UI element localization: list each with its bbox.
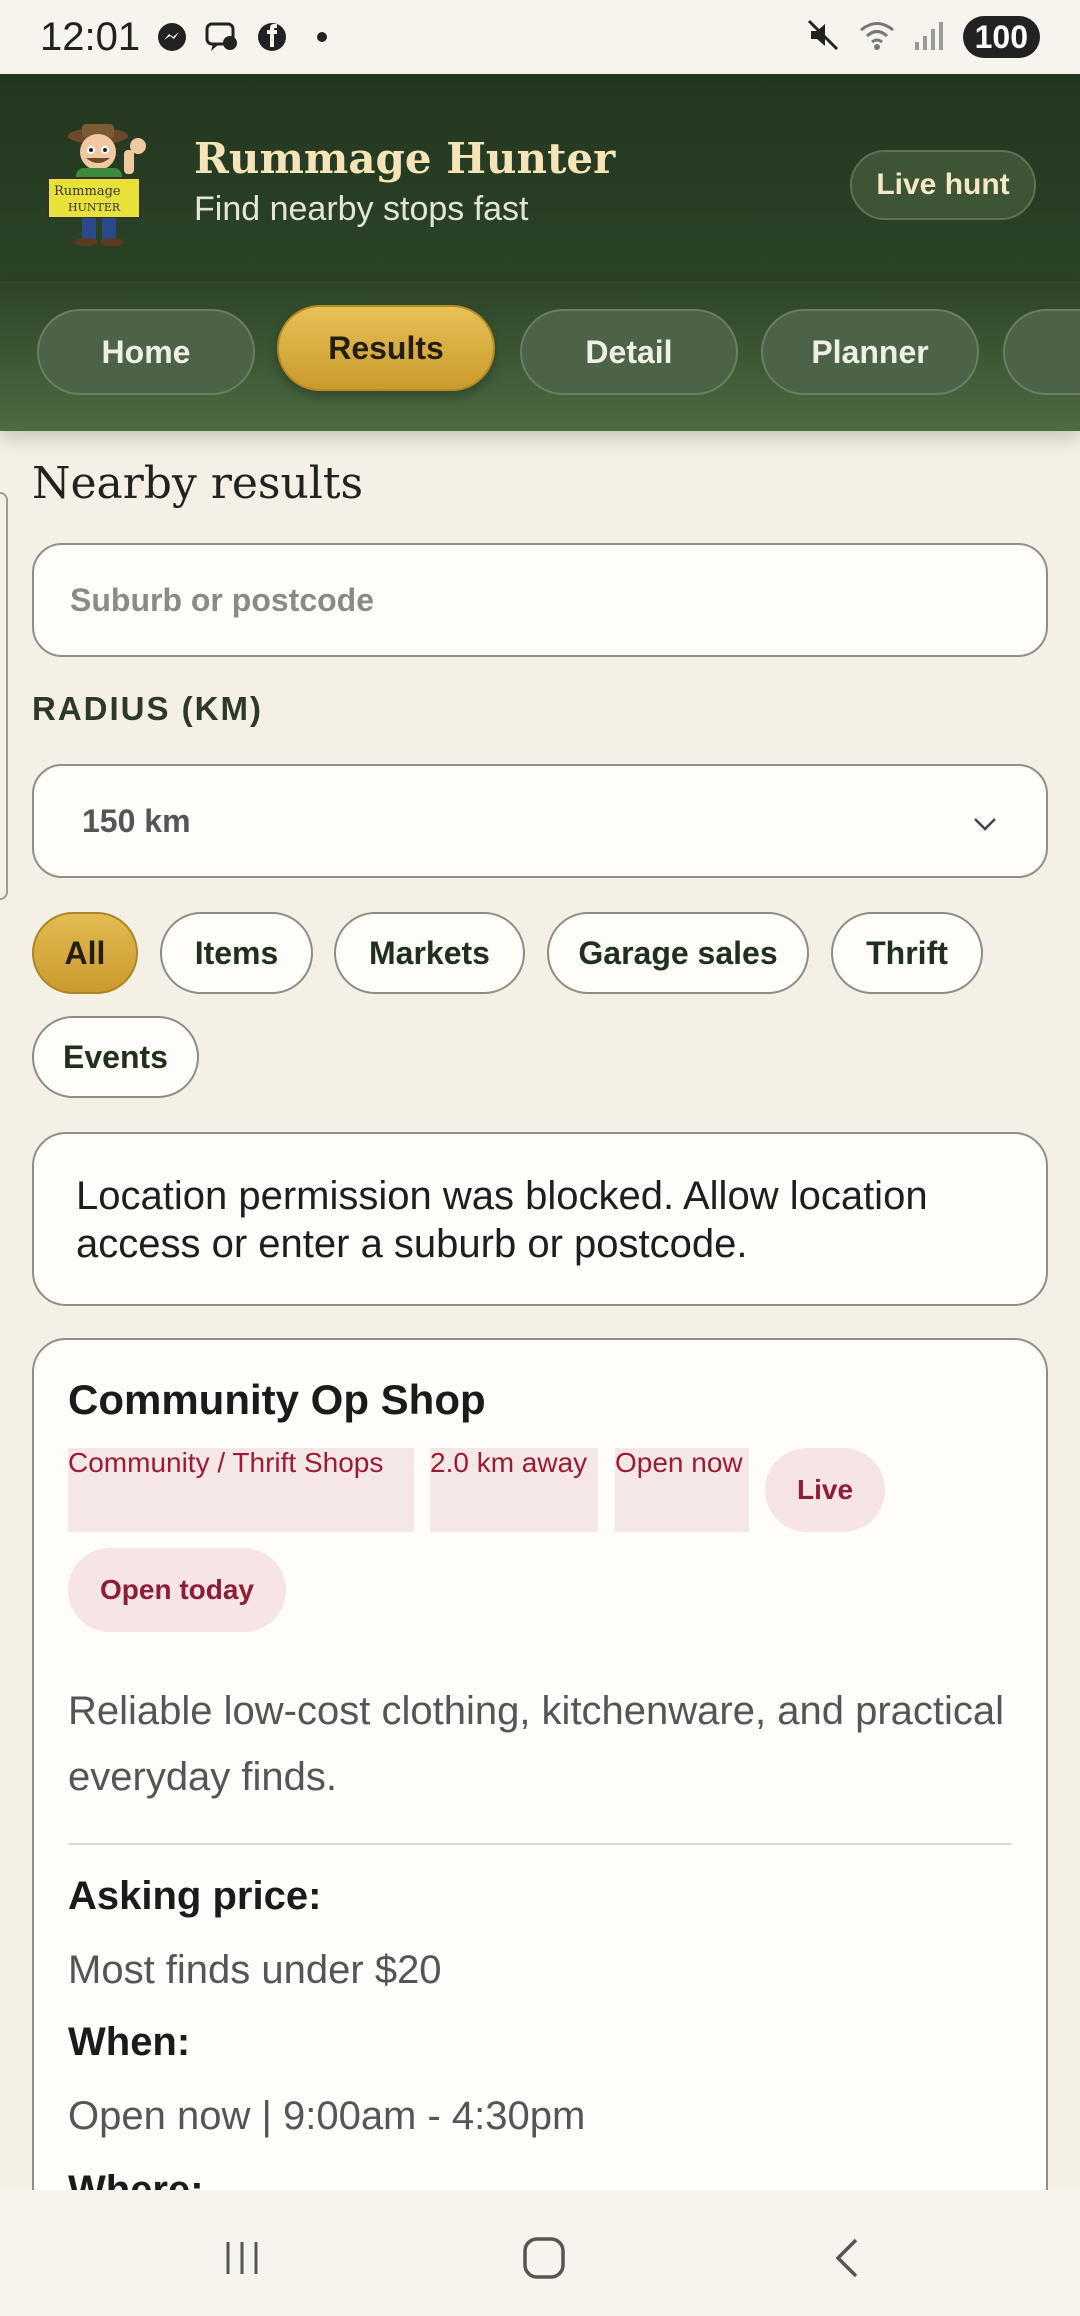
card-divider bbox=[68, 1843, 1012, 1845]
tab-planner[interactable]: Planner bbox=[761, 309, 979, 395]
filter-chip-garage-sales[interactable]: Garage sales bbox=[547, 912, 809, 994]
filter-chip-all[interactable]: All bbox=[32, 912, 138, 994]
filter-chip-thrift[interactable]: Thrift bbox=[831, 912, 983, 994]
tab-home[interactable]: Home bbox=[37, 309, 255, 395]
open-status-tag: Open now bbox=[615, 1448, 749, 1532]
wifi-icon bbox=[857, 17, 897, 58]
radius-select-value: 150 km bbox=[82, 802, 191, 839]
asking-price-value: Most finds under $20 bbox=[68, 1948, 442, 1992]
filter-chip-items[interactable]: Items bbox=[160, 912, 313, 994]
mute-icon bbox=[805, 17, 841, 58]
status-time: 12:01 bbox=[40, 14, 141, 59]
search-input[interactable] bbox=[32, 543, 1048, 657]
app-title: Rummage Hunter bbox=[194, 134, 616, 183]
page-title: Nearby results bbox=[32, 458, 364, 509]
status-left: 12:01 bbox=[40, 15, 340, 60]
app-header: Rummage HUNTER Rummage Hunter Find nearb… bbox=[0, 74, 1080, 283]
when-value: Open now | 9:00am - 4:30pm bbox=[68, 2094, 586, 2138]
tab-bar: Home Results Detail Planner bbox=[0, 283, 1080, 431]
radius-label: RADIUS (KM) bbox=[32, 690, 263, 727]
distance-tag: 2.0 km away bbox=[430, 1448, 598, 1532]
filter-chip-markets[interactable]: Markets bbox=[334, 912, 525, 994]
tab-next[interactable] bbox=[1003, 309, 1080, 395]
filter-chip-events[interactable]: Events bbox=[32, 1016, 199, 1098]
system-nav-bar bbox=[0, 2190, 1080, 2316]
result-description: Reliable low-cost clothing, kitchenware,… bbox=[68, 1689, 1005, 1799]
result-title: Community Op Shop bbox=[68, 1376, 486, 1423]
app-logo: Rummage HUNTER bbox=[38, 116, 170, 248]
side-drawer-handle[interactable] bbox=[0, 492, 8, 900]
battery-indicator: 100 bbox=[962, 16, 1040, 58]
status-bar: 12:01 100 bbox=[0, 0, 1080, 74]
result-card[interactable]: Community Op Shop Community / Thrift Sho… bbox=[32, 1338, 1048, 2238]
when-label: When: bbox=[68, 2020, 191, 2064]
status-right: 100 bbox=[805, 16, 1040, 58]
svg-text:HUNTER: HUNTER bbox=[68, 201, 121, 214]
home-icon[interactable] bbox=[514, 2228, 574, 2288]
live-badge: Live bbox=[765, 1448, 885, 1532]
chevron-down-icon bbox=[972, 803, 998, 840]
radius-select[interactable]: 150 km bbox=[32, 764, 1048, 878]
category-tag: Community / Thrift Shops bbox=[68, 1448, 414, 1532]
svg-text:Rummage: Rummage bbox=[54, 184, 121, 199]
tab-detail[interactable]: Detail bbox=[520, 309, 738, 395]
dot-icon bbox=[304, 19, 340, 55]
open-today-badge: Open today bbox=[68, 1548, 286, 1632]
live-hunt-button[interactable]: Live hunt bbox=[850, 150, 1036, 220]
recent-apps-icon[interactable] bbox=[212, 2228, 272, 2288]
app-subtitle: Find nearby stops fast bbox=[194, 190, 529, 228]
signal-icon bbox=[913, 18, 947, 57]
messenger-icon bbox=[154, 19, 190, 55]
location-notice: Location permission was blocked. Allow l… bbox=[32, 1132, 1048, 1306]
facebook-icon bbox=[254, 19, 290, 55]
asking-price-label: Asking price: bbox=[68, 1874, 322, 1918]
tab-results[interactable]: Results bbox=[277, 305, 495, 391]
back-icon[interactable] bbox=[818, 2228, 878, 2288]
chat-bubble-icon bbox=[204, 19, 240, 55]
